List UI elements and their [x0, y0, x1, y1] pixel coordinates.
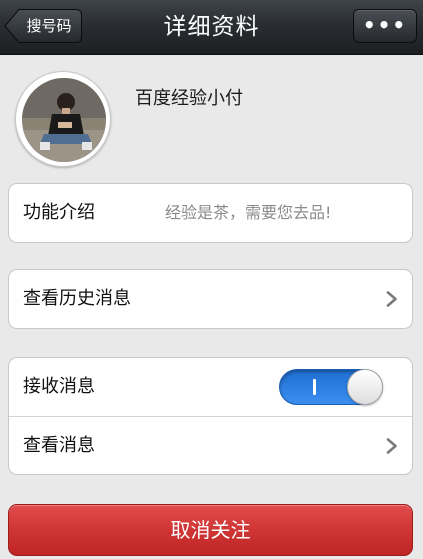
chevron-right-icon — [386, 438, 397, 454]
chevron-right-icon — [386, 291, 397, 307]
message-card: 接收消息 查看消息 — [8, 357, 413, 475]
view-messages-row[interactable]: 查看消息 — [9, 416, 412, 474]
receive-messages-label: 接收消息 — [23, 376, 95, 397]
history-row[interactable]: 查看历史消息 — [9, 270, 412, 328]
avatar-photo — [22, 78, 106, 162]
navigation-bar: 搜号码 详细资料 ••• — [0, 0, 423, 55]
more-dots-icon: ••• — [362, 13, 408, 37]
intro-card: 功能介绍 经验是茶，需要您去品! — [8, 183, 413, 243]
unfollow-button[interactable]: 取消关注 — [8, 504, 413, 556]
unfollow-button-label: 取消关注 — [170, 518, 251, 542]
toggle-knob[interactable] — [347, 369, 383, 405]
intro-label: 功能介绍 — [23, 202, 95, 223]
avatar[interactable] — [15, 71, 111, 167]
intro-row: 功能介绍 经验是茶，需要您去品! — [9, 184, 412, 242]
more-options-button[interactable]: ••• — [353, 9, 417, 43]
toggle-on-indicator — [313, 379, 316, 395]
receive-messages-toggle[interactable] — [279, 369, 383, 405]
profile-name: 百度经验小付 — [135, 88, 243, 109]
history-card: 查看历史消息 — [8, 269, 413, 329]
history-label: 查看历史消息 — [23, 288, 131, 309]
receive-messages-row: 接收消息 — [9, 358, 412, 416]
view-messages-label: 查看消息 — [23, 435, 95, 456]
intro-value: 经验是茶，需要您去品! — [165, 203, 332, 222]
